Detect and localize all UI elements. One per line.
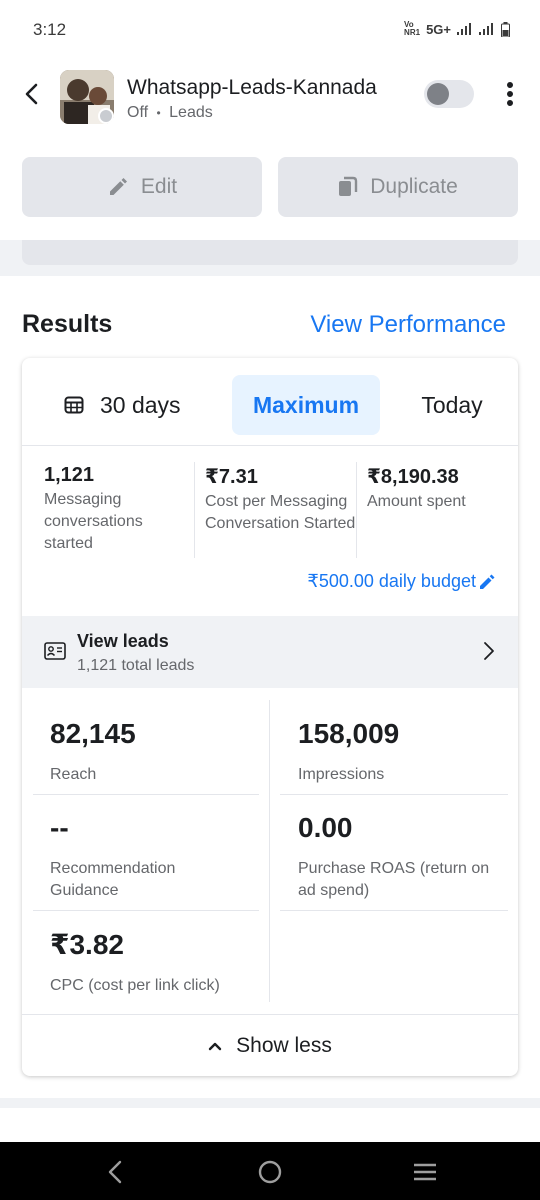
stat-impressions: 158,009 Impressions xyxy=(298,718,518,786)
stat-label: Reach xyxy=(50,766,97,783)
tab-maximum[interactable]: Maximum xyxy=(232,375,380,435)
nr-label: NR1 xyxy=(404,28,421,37)
row-divider xyxy=(33,794,259,795)
stat-cpc: ₹3.82 CPC (cost per link click) xyxy=(50,928,276,997)
duplicate-label: Duplicate xyxy=(370,175,458,198)
stat-label: CPC (cost per link click) xyxy=(50,977,220,994)
show-less-button[interactable]: Show less xyxy=(22,1014,518,1076)
stat-value: 82,145 xyxy=(50,718,136,749)
volte-indicator: Vo NR1 xyxy=(404,21,420,37)
metric-conversations: 1,121 Messaging conversations started xyxy=(44,464,204,555)
stat-value: 0.00 xyxy=(298,812,353,843)
daily-budget-link[interactable]: ₹500.00 daily budget xyxy=(307,571,496,592)
stat-value: 158,009 xyxy=(298,718,400,749)
previous-card-edge xyxy=(22,240,518,265)
toggle-knob xyxy=(427,83,449,105)
date-range-tabs: 30 days Maximum Today xyxy=(22,358,518,446)
network-type: 5G+ xyxy=(426,21,451,37)
metric-value: 1,121 xyxy=(44,464,95,486)
signal-icon xyxy=(457,23,471,35)
status-time: 3:12 xyxy=(33,20,67,39)
metric-cost-per-conversation: ₹7.31 Cost per Messaging Conversation St… xyxy=(205,464,365,535)
campaign-name: Whatsapp-Leads-Kannada xyxy=(127,76,377,99)
daily-budget-label: ₹500.00 daily budget xyxy=(307,571,476,591)
total-leads-count: 1,121 total leads xyxy=(77,657,195,674)
copy-icon xyxy=(339,176,358,196)
signal-icon-2 xyxy=(479,23,493,35)
action-buttons: Edit Duplicate xyxy=(22,157,518,217)
section-divider xyxy=(0,1098,540,1108)
row-divider xyxy=(280,910,508,911)
nav-back-icon[interactable] xyxy=(100,1158,130,1186)
campaign-status: Off xyxy=(127,104,149,121)
status-bar: 3:12 Vo NR1 5G+ xyxy=(0,0,540,60)
view-performance-link[interactable]: View Performance xyxy=(310,311,506,339)
section-divider xyxy=(0,240,540,276)
stat-label: Purchase ROAS (return on ad spend) xyxy=(298,860,490,899)
tab-30-days-label: 30 days xyxy=(100,391,181,418)
status-indicators: Vo NR1 5G+ xyxy=(404,21,510,37)
campaign-subtitle: Off • Leads xyxy=(127,104,213,122)
stat-purchase-roas: 0.00 Purchase ROAS (return on ad spend) xyxy=(298,812,518,902)
subtitle-separator: • xyxy=(156,106,161,120)
stat-label: Recommendation Guidance xyxy=(50,860,176,899)
edit-button[interactable]: Edit xyxy=(22,157,262,217)
metric-value: ₹7.31 xyxy=(205,466,258,488)
lead-card-icon xyxy=(44,642,66,660)
campaign-toggle[interactable] xyxy=(424,80,474,108)
tab-30-days[interactable]: 30 days xyxy=(52,375,232,435)
chevron-right-icon xyxy=(484,642,494,660)
calendar-icon xyxy=(64,396,84,414)
stat-value: ₹3.82 xyxy=(50,929,124,960)
nav-home-icon[interactable] xyxy=(255,1158,285,1186)
system-nav-bar xyxy=(0,1142,540,1200)
tab-today[interactable]: Today xyxy=(402,375,502,435)
metric-label: Cost per Messaging Conversation Started xyxy=(205,493,356,532)
campaign-objective: Leads xyxy=(169,104,213,121)
view-leads-title: View leads xyxy=(77,631,169,651)
duplicate-button[interactable]: Duplicate xyxy=(278,157,518,217)
stat-value: -- xyxy=(50,812,69,843)
results-card: 30 days Maximum Today 1,121 Messaging co… xyxy=(22,358,518,1076)
stat-reach: 82,145 Reach xyxy=(50,718,276,786)
column-divider xyxy=(194,462,195,558)
chevron-up-icon xyxy=(208,1042,222,1050)
more-vertical-icon[interactable] xyxy=(496,78,524,110)
campaign-header: Whatsapp-Leads-Kannada Off • Leads xyxy=(0,62,540,132)
pencil-icon xyxy=(109,178,127,195)
results-title: Results xyxy=(22,310,113,338)
nav-recents-icon[interactable] xyxy=(410,1158,440,1186)
stat-label: Impressions xyxy=(298,766,385,783)
battery-icon xyxy=(501,21,510,37)
view-leads-row[interactable]: View leads 1,121 total leads xyxy=(22,616,518,688)
metric-label: Amount spent xyxy=(367,493,466,510)
row-divider xyxy=(280,794,508,795)
pencil-icon xyxy=(480,574,495,589)
metric-label: Messaging conversations started xyxy=(44,491,143,552)
column-divider xyxy=(269,700,270,1002)
chevron-left-icon[interactable] xyxy=(18,80,46,108)
show-less-label: Show less xyxy=(236,1033,332,1057)
row-divider xyxy=(33,910,259,911)
metric-amount-spent: ₹8,190.38 Amount spent xyxy=(367,464,518,513)
edit-label: Edit xyxy=(140,175,178,198)
offline-status-dot xyxy=(98,108,114,124)
stat-recommendation: -- Recommendation Guidance xyxy=(50,812,276,902)
column-divider xyxy=(356,462,357,558)
metric-value: ₹8,190.38 xyxy=(367,466,459,488)
